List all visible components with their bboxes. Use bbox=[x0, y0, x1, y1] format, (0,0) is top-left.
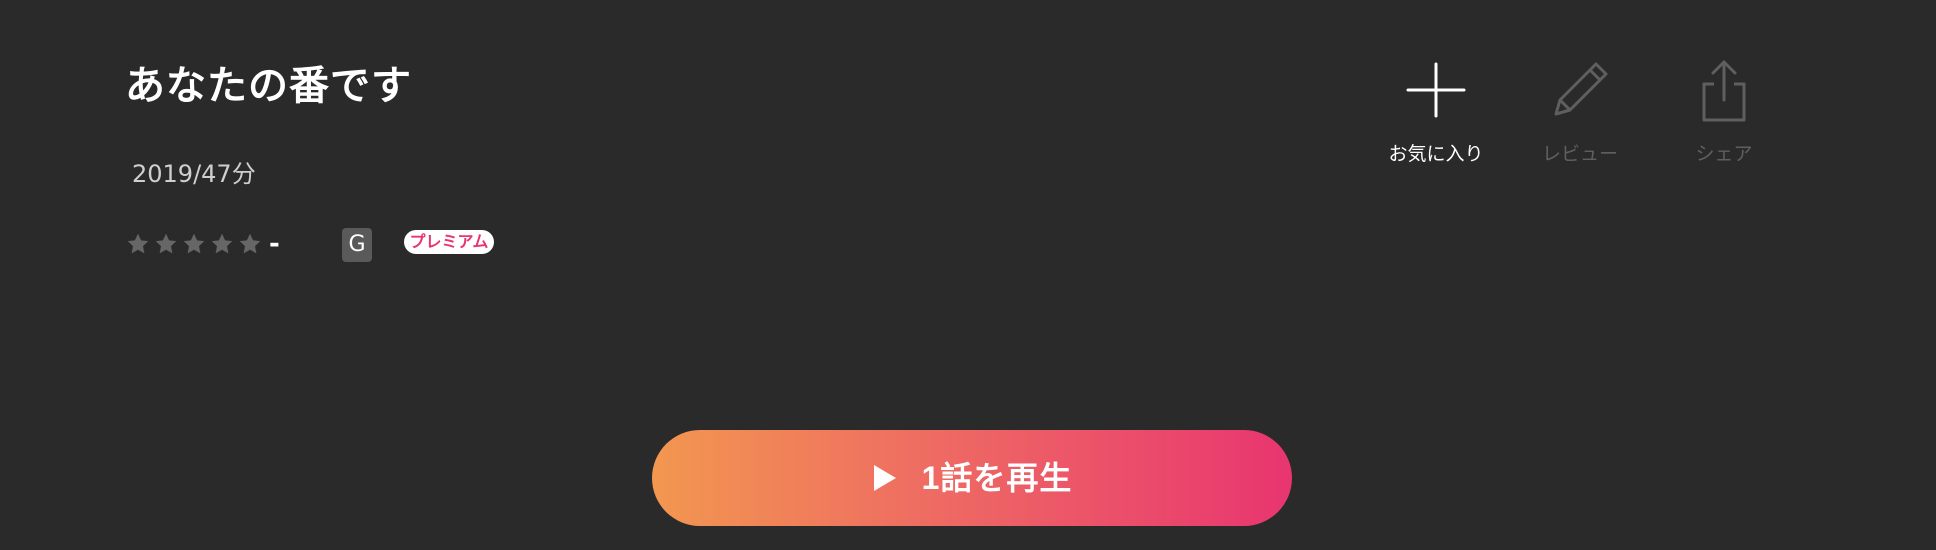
favorite-button[interactable]: お気に入り bbox=[1376, 58, 1496, 178]
share-icon bbox=[1692, 58, 1756, 122]
star-icon bbox=[237, 231, 263, 257]
favorite-label: お気に入り bbox=[1388, 143, 1484, 165]
age-rating-badge: G bbox=[342, 228, 372, 262]
star-rating bbox=[125, 231, 265, 257]
star-icon bbox=[153, 231, 179, 257]
star-icon bbox=[181, 231, 207, 257]
review-button[interactable]: レビュー bbox=[1520, 58, 1640, 178]
play-episode-button[interactable]: 1話を再生 bbox=[652, 430, 1292, 526]
star-icon bbox=[125, 231, 151, 257]
rating-value: - bbox=[269, 229, 280, 259]
plus-icon bbox=[1404, 58, 1468, 122]
content-meta: 2019/47分 bbox=[132, 160, 256, 188]
pencil-icon bbox=[1548, 58, 1612, 122]
share-button[interactable]: シェア bbox=[1664, 58, 1784, 178]
review-label: レビュー bbox=[1541, 143, 1618, 165]
play-button-label: 1話を再生 bbox=[921, 460, 1073, 496]
share-label: シェア bbox=[1695, 143, 1753, 165]
play-icon bbox=[872, 463, 898, 493]
rating-row: - bbox=[125, 226, 280, 262]
content-title: あなたの番です bbox=[125, 63, 412, 109]
premium-badge: プレミアム bbox=[404, 230, 494, 254]
star-icon bbox=[209, 231, 235, 257]
